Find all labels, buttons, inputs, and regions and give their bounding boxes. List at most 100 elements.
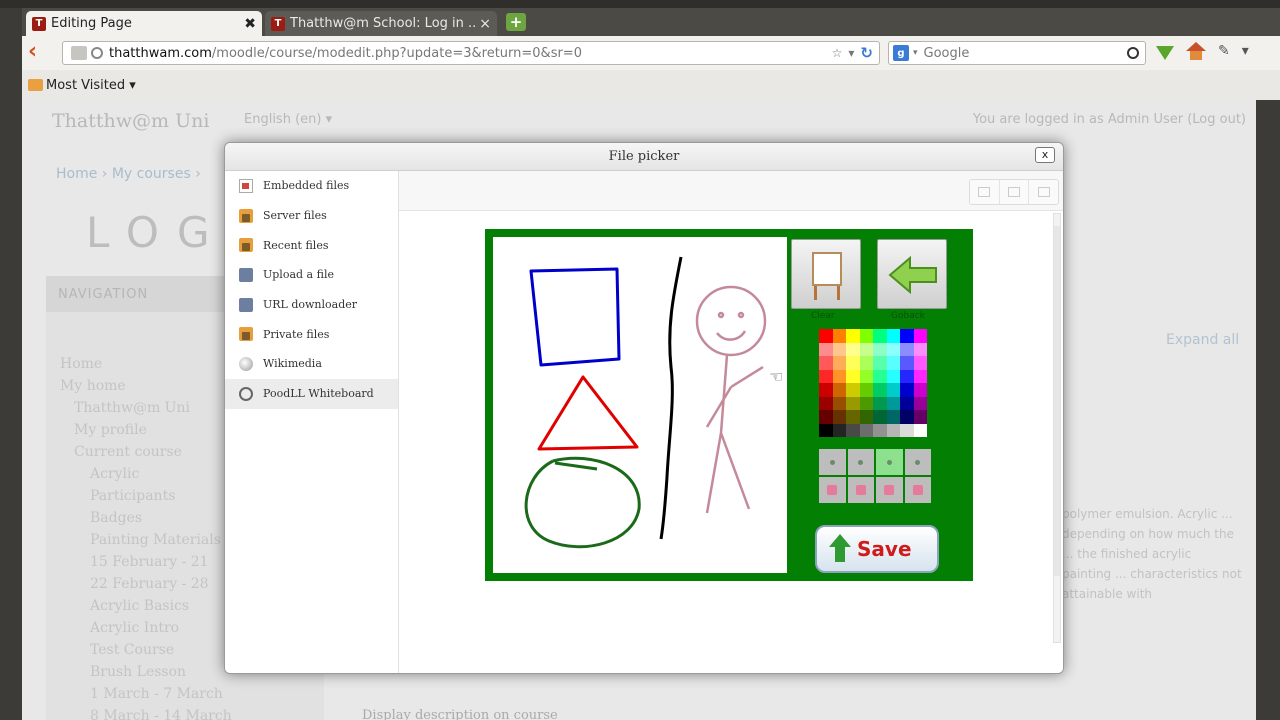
color-swatch[interactable] — [873, 356, 887, 370]
color-swatch[interactable] — [859, 369, 873, 383]
color-swatch[interactable] — [900, 329, 914, 343]
clear-button[interactable] — [791, 239, 861, 309]
color-swatch[interactable] — [846, 383, 860, 397]
drawing-canvas[interactable]: ☜ — [493, 237, 787, 573]
list-view-button[interactable] — [1000, 180, 1030, 204]
home-icon[interactable] — [1186, 42, 1206, 60]
color-swatch[interactable] — [873, 383, 887, 397]
color-swatch[interactable] — [873, 329, 887, 343]
color-swatch[interactable] — [913, 410, 927, 424]
scrollbar-thumb[interactable] — [1054, 226, 1060, 576]
color-swatch[interactable] — [832, 369, 846, 383]
tab-login[interactable]: T Thatthw@m School: Log in ... × — [265, 11, 497, 36]
color-swatch[interactable] — [832, 396, 846, 410]
brush-color-3[interactable] — [876, 477, 903, 503]
color-swatch[interactable] — [913, 423, 927, 437]
color-swatch[interactable] — [900, 423, 914, 437]
repository-item[interactable]: Server files — [225, 201, 398, 231]
color-swatch[interactable] — [900, 342, 914, 356]
color-swatch[interactable] — [846, 396, 860, 410]
download-icon[interactable] — [1156, 46, 1174, 60]
brush-size-4[interactable] — [904, 449, 931, 475]
color-swatch[interactable] — [859, 396, 873, 410]
color-swatch[interactable] — [819, 410, 833, 424]
color-swatch[interactable] — [886, 356, 900, 370]
color-swatch[interactable] — [832, 410, 846, 424]
reload-icon[interactable]: ↻ — [860, 44, 873, 62]
color-swatch[interactable] — [859, 410, 873, 424]
color-swatch[interactable] — [900, 369, 914, 383]
brush-size-3-selected[interactable] — [876, 449, 903, 475]
close-dialog-button[interactable]: x — [1035, 147, 1055, 163]
color-swatch[interactable] — [886, 383, 900, 397]
close-tab-icon[interactable]: × — [479, 16, 491, 32]
brush-color-4[interactable] — [904, 477, 931, 503]
color-swatch[interactable] — [832, 383, 846, 397]
color-swatch[interactable] — [832, 342, 846, 356]
repository-item[interactable]: Upload a file — [225, 260, 398, 290]
brush-color-1[interactable] — [819, 477, 846, 503]
repository-item[interactable]: Recent files — [225, 230, 398, 260]
close-tab-icon[interactable]: ✖ — [244, 16, 256, 32]
icons-view-button[interactable] — [970, 180, 1000, 204]
color-swatch[interactable] — [859, 383, 873, 397]
color-swatch[interactable] — [886, 369, 900, 383]
bookmark-star-icon[interactable]: ☆ — [832, 46, 843, 60]
brush-color-2[interactable] — [847, 477, 874, 503]
color-swatch[interactable] — [832, 423, 846, 437]
save-button[interactable]: Save — [815, 525, 939, 573]
color-swatch[interactable] — [819, 369, 833, 383]
color-swatch[interactable] — [886, 329, 900, 343]
address-bar[interactable]: thatthwam.com/moodle/course/modedit.php?… — [62, 41, 880, 65]
color-swatch[interactable] — [913, 383, 927, 397]
color-swatch[interactable] — [846, 423, 860, 437]
color-swatch[interactable] — [832, 356, 846, 370]
color-swatch[interactable] — [859, 342, 873, 356]
color-swatch[interactable] — [873, 342, 887, 356]
color-swatch[interactable] — [900, 383, 914, 397]
color-swatch[interactable] — [886, 342, 900, 356]
color-swatch[interactable] — [900, 396, 914, 410]
color-swatch[interactable] — [886, 410, 900, 424]
goback-button[interactable] — [877, 239, 947, 309]
repository-item[interactable]: PoodLL Whiteboard — [225, 378, 398, 409]
color-swatch[interactable] — [859, 356, 873, 370]
color-swatch[interactable] — [900, 356, 914, 370]
menu-chevron-icon[interactable]: ▾ — [1242, 43, 1249, 59]
chevron-down-icon[interactable]: ▾ — [913, 48, 918, 58]
details-view-button[interactable] — [1029, 180, 1058, 204]
search-bar[interactable]: g ▾ Google — [888, 41, 1146, 65]
color-swatch[interactable] — [819, 356, 833, 370]
color-swatch[interactable] — [913, 369, 927, 383]
extension-icon[interactable]: ✎ — [1218, 43, 1230, 59]
tab-editing-page[interactable]: T Editing Page ✖ — [26, 11, 262, 36]
color-swatch[interactable] — [846, 356, 860, 370]
color-swatch[interactable] — [873, 369, 887, 383]
site-identity-icon[interactable] — [71, 46, 87, 60]
color-swatch[interactable] — [846, 329, 860, 343]
search-icon[interactable] — [1127, 47, 1139, 59]
color-swatch[interactable] — [913, 329, 927, 343]
color-swatch[interactable] — [846, 410, 860, 424]
repository-item[interactable]: URL downloader — [225, 290, 398, 320]
repository-item[interactable]: Wikimedia — [225, 349, 398, 379]
color-swatch[interactable] — [819, 383, 833, 397]
most-visited-bookmark[interactable]: Most Visited ▾ — [46, 78, 136, 93]
search-input[interactable]: Google — [924, 46, 970, 61]
color-swatch[interactable] — [846, 369, 860, 383]
color-swatch[interactable] — [873, 423, 887, 437]
color-swatch[interactable] — [873, 396, 887, 410]
google-engine-icon[interactable]: g — [893, 45, 909, 61]
color-swatch[interactable] — [859, 329, 873, 343]
color-swatch[interactable] — [819, 423, 833, 437]
new-tab-button[interactable]: + — [506, 13, 526, 31]
color-swatch[interactable] — [886, 396, 900, 410]
brush-size-1[interactable] — [819, 449, 846, 475]
color-swatch[interactable] — [873, 410, 887, 424]
color-swatch[interactable] — [846, 342, 860, 356]
repository-item[interactable]: Private files — [225, 319, 398, 349]
color-swatch[interactable] — [819, 342, 833, 356]
color-swatch[interactable] — [819, 329, 833, 343]
color-swatch[interactable] — [900, 410, 914, 424]
color-swatch[interactable] — [819, 396, 833, 410]
